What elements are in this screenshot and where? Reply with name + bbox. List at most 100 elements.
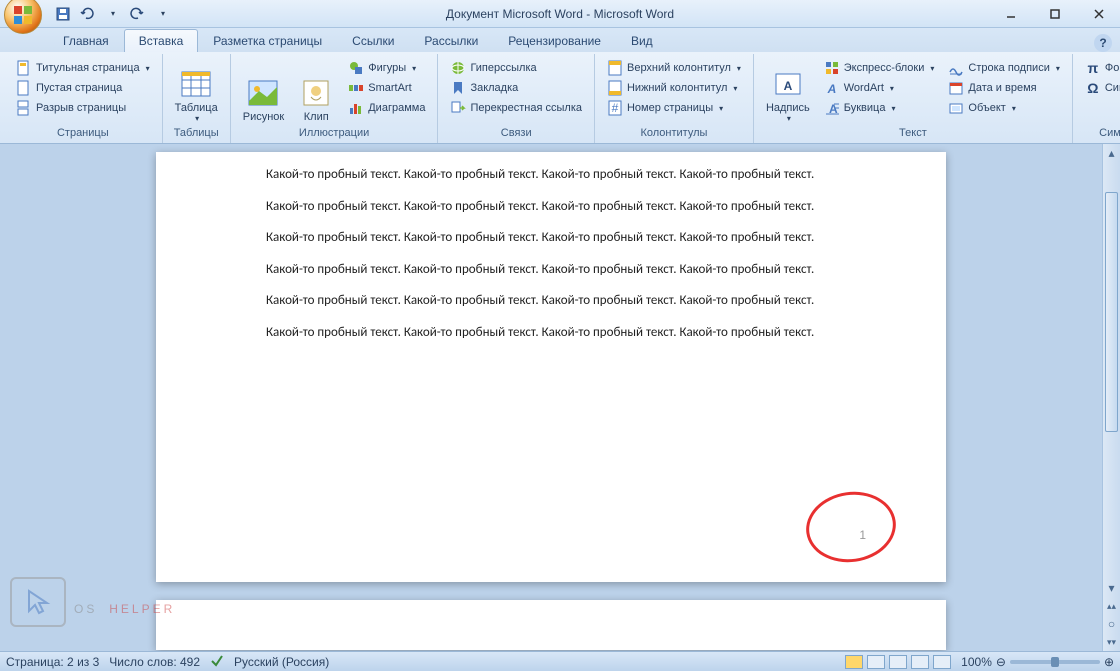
header-button[interactable]: Верхний колонтитул▾ bbox=[603, 58, 745, 78]
group-pages: Титульная страница▾ Пустая страница Разр… bbox=[4, 54, 163, 143]
paragraph: Какой-то пробный текст. Какой-то пробный… bbox=[266, 292, 886, 310]
cover-page-button[interactable]: Титульная страница▾ bbox=[12, 58, 154, 78]
paragraph: Какой-то пробный текст. Какой-то пробный… bbox=[266, 261, 886, 279]
quick-parts-icon bbox=[824, 60, 840, 76]
outline-view[interactable] bbox=[911, 655, 929, 669]
object-icon bbox=[948, 100, 964, 116]
table-button[interactable]: Таблица▾ bbox=[171, 58, 222, 125]
save-button[interactable] bbox=[54, 5, 72, 23]
draft-view[interactable] bbox=[933, 655, 951, 669]
smartart-button[interactable]: SmartArt bbox=[344, 78, 429, 98]
tab-mailings[interactable]: Рассылки bbox=[409, 29, 493, 52]
full-screen-view[interactable] bbox=[867, 655, 885, 669]
svg-text:A: A bbox=[826, 82, 836, 96]
status-language[interactable]: Русский (Россия) bbox=[234, 655, 329, 669]
svg-text:A: A bbox=[784, 79, 793, 93]
zoom-out-button[interactable]: ⊖ bbox=[996, 655, 1006, 669]
window-controls bbox=[990, 4, 1120, 24]
blank-page-button[interactable]: Пустая страница bbox=[12, 78, 154, 98]
help-button[interactable]: ? bbox=[1094, 34, 1112, 52]
scroll-track[interactable] bbox=[1103, 162, 1120, 579]
qat-customize[interactable]: ▾ bbox=[154, 5, 172, 23]
shapes-button[interactable]: Фигуры▾ bbox=[344, 58, 429, 78]
crossref-button[interactable]: Перекрестная ссылка bbox=[446, 98, 586, 118]
ribbon: Титульная страница▾ Пустая страница Разр… bbox=[0, 52, 1120, 144]
scroll-down-button[interactable]: ▾ bbox=[1103, 579, 1120, 597]
picture-button[interactable]: Рисунок bbox=[239, 58, 289, 125]
equation-icon: π bbox=[1085, 60, 1101, 76]
ribbon-tabs: Главная Вставка Разметка страницы Ссылки… bbox=[0, 28, 1120, 52]
page-number-button[interactable]: #Номер страницы▾ bbox=[603, 98, 745, 118]
vertical-scrollbar: ▴ ▾ ▴▴ ○ ▾▾ bbox=[1102, 144, 1120, 651]
cover-page-icon bbox=[16, 60, 32, 76]
date-time-button[interactable]: Дата и время bbox=[944, 78, 1063, 98]
drop-cap-icon: A bbox=[824, 100, 840, 116]
undo-button[interactable] bbox=[78, 5, 96, 23]
close-button[interactable] bbox=[1078, 4, 1120, 24]
quick-access-toolbar: ▾ ▾ bbox=[54, 5, 172, 23]
status-page[interactable]: Страница: 2 из 3 bbox=[6, 655, 99, 669]
chart-button[interactable]: Диаграмма bbox=[344, 98, 429, 118]
group-tables: Таблица▾ Таблицы bbox=[163, 54, 231, 143]
group-illustrations-label: Иллюстрации bbox=[239, 125, 430, 141]
chart-icon bbox=[348, 100, 364, 116]
group-links-label: Связи bbox=[446, 125, 586, 141]
paragraph: Какой-то пробный текст. Какой-то пробный… bbox=[266, 166, 886, 184]
bookmark-icon bbox=[450, 80, 466, 96]
print-layout-view[interactable] bbox=[845, 655, 863, 669]
annotation-circle bbox=[802, 486, 901, 568]
bookmark-button[interactable]: Закладка bbox=[446, 78, 586, 98]
page-2[interactable] bbox=[156, 600, 946, 650]
tab-view[interactable]: Вид bbox=[616, 29, 668, 52]
picture-icon bbox=[247, 77, 279, 109]
tab-review[interactable]: Рецензирование bbox=[493, 29, 616, 52]
tab-home[interactable]: Главная bbox=[48, 29, 124, 52]
crossref-icon bbox=[450, 100, 466, 116]
smartart-icon bbox=[348, 80, 364, 96]
minimize-button[interactable] bbox=[990, 4, 1032, 24]
zoom-thumb[interactable] bbox=[1051, 657, 1059, 667]
tab-references[interactable]: Ссылки bbox=[337, 29, 409, 52]
zoom-slider[interactable] bbox=[1010, 660, 1100, 664]
page-number-icon: # bbox=[607, 100, 623, 116]
tab-insert[interactable]: Вставка bbox=[124, 29, 199, 52]
equation-button[interactable]: πФормула▾ bbox=[1081, 58, 1120, 78]
object-button[interactable]: Объект▾ bbox=[944, 98, 1063, 118]
undo-dropdown[interactable]: ▾ bbox=[104, 5, 122, 23]
quick-parts-button[interactable]: Экспресс-блоки▾ bbox=[820, 58, 939, 78]
page-break-button[interactable]: Разрыв страницы bbox=[12, 98, 154, 118]
page-1[interactable]: Какой-то пробный текст. Какой-то пробный… bbox=[156, 152, 946, 582]
wordart-button[interactable]: AWordArt▾ bbox=[820, 78, 939, 98]
tab-page-layout[interactable]: Разметка страницы bbox=[198, 29, 337, 52]
paragraph: Какой-то пробный текст. Какой-то пробный… bbox=[266, 324, 886, 342]
hyperlink-button[interactable]: Гиперссылка bbox=[446, 58, 586, 78]
footer-button[interactable]: Нижний колонтитул▾ bbox=[603, 78, 745, 98]
symbol-icon: Ω bbox=[1085, 80, 1101, 96]
date-time-icon bbox=[948, 80, 964, 96]
maximize-button[interactable] bbox=[1034, 4, 1076, 24]
status-words[interactable]: Число слов: 492 bbox=[109, 655, 200, 669]
wordart-icon: A bbox=[824, 80, 840, 96]
zoom-in-button[interactable]: ⊕ bbox=[1104, 655, 1114, 669]
prev-page-button[interactable]: ▴▴ bbox=[1103, 597, 1120, 615]
redo-button[interactable] bbox=[128, 5, 146, 23]
proofing-icon[interactable] bbox=[210, 653, 224, 670]
signature-line-button[interactable]: Строка подписи▾ bbox=[944, 58, 1063, 78]
group-hf-label: Колонтитулы bbox=[603, 125, 745, 141]
document-scroll[interactable]: Какой-то пробный текст. Какой-то пробный… bbox=[0, 144, 1102, 651]
group-illustrations: Рисунок Клип Фигуры▾ SmartArt Диаграмма … bbox=[231, 54, 439, 143]
clip-button[interactable]: Клип bbox=[294, 58, 338, 125]
header-icon bbox=[607, 60, 623, 76]
symbol-button[interactable]: ΩСимвол▾ bbox=[1081, 78, 1120, 98]
group-text-label: Текст bbox=[762, 125, 1064, 141]
textbox-button[interactable]: AНадпись▾ bbox=[762, 58, 814, 125]
next-page-button[interactable]: ▾▾ bbox=[1103, 633, 1120, 651]
scroll-thumb[interactable] bbox=[1105, 192, 1118, 432]
scroll-up-button[interactable]: ▴ bbox=[1103, 144, 1120, 162]
browse-object-button[interactable]: ○ bbox=[1103, 615, 1120, 633]
zoom-level[interactable]: 100% bbox=[961, 655, 992, 669]
drop-cap-button[interactable]: AБуквица▾ bbox=[820, 98, 939, 118]
office-button[interactable] bbox=[4, 0, 42, 34]
hyperlink-icon bbox=[450, 60, 466, 76]
web-layout-view[interactable] bbox=[889, 655, 907, 669]
